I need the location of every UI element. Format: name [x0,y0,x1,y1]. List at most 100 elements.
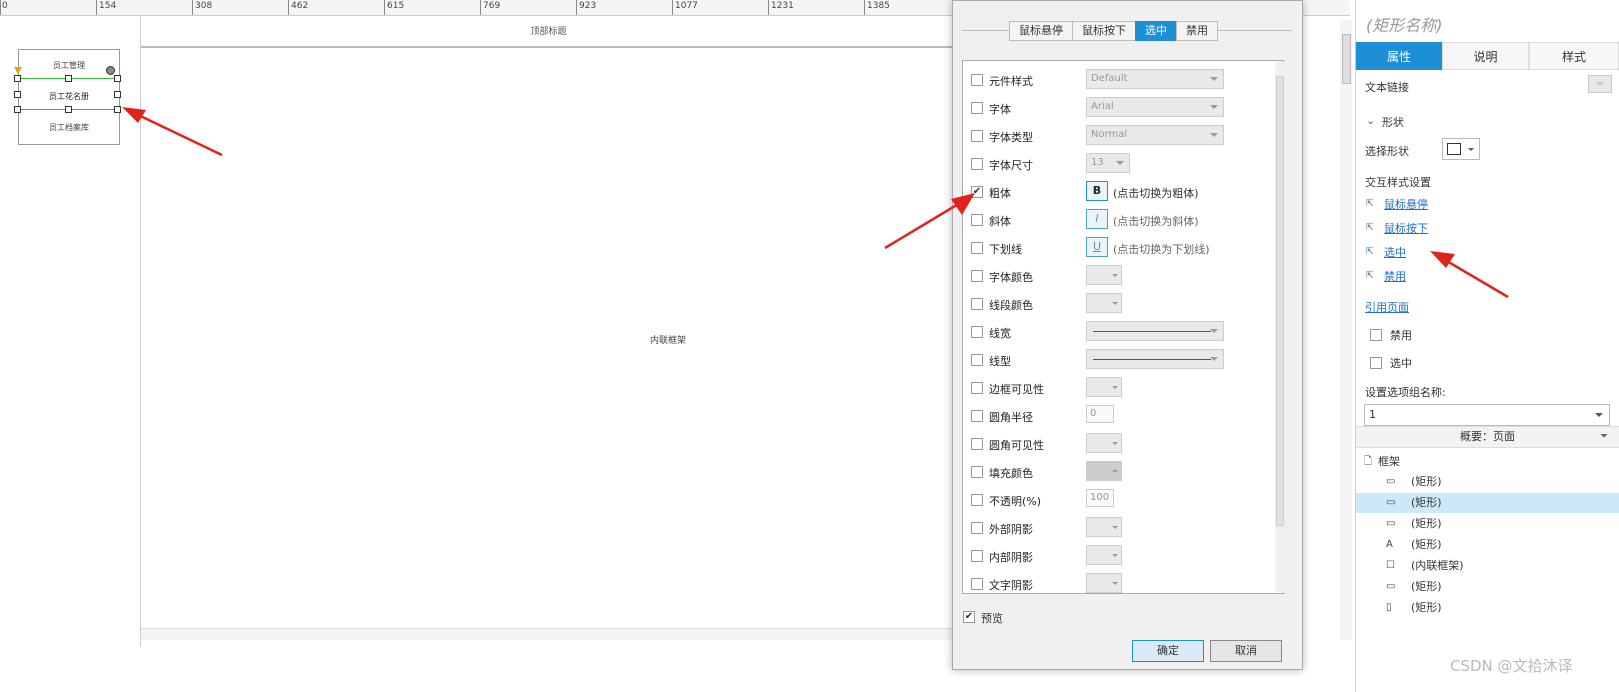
list-scrollbar-thumb[interactable] [1276,76,1284,526]
checkbox[interactable] [971,522,983,534]
checkbox[interactable] [971,494,983,506]
outer-shadow-select[interactable] [1086,517,1122,537]
selected-checkbox[interactable] [1370,357,1382,369]
tree-item[interactable]: ▯ (矩形) [1356,598,1619,618]
tree-item[interactable]: ▭ (矩形) [1356,514,1619,534]
filter-icon[interactable]: ⏷ [1600,431,1608,442]
bold-icon[interactable]: B [1086,181,1108,201]
link-selected[interactable]: 选中 [1384,244,1406,260]
row-bold: ✔ 粗体 B (点击切换为粗体) [963,179,1263,205]
checkbox[interactable] [971,438,983,450]
resize-handle[interactable] [14,75,21,82]
tree-item[interactable]: ☐ (内联框架) [1356,556,1619,576]
disabled-checkbox[interactable] [1370,329,1382,341]
link-mouse-hover[interactable]: 鼠标悬停 [1384,196,1428,212]
resize-handle[interactable] [14,91,21,98]
link-mouse-down[interactable]: 鼠标按下 [1384,220,1428,236]
row-font-type: 字体类型 Normal [963,123,1263,149]
resize-handle[interactable] [114,91,121,98]
menu-item[interactable]: 员工管理 [19,60,119,71]
checkbox[interactable] [971,382,983,394]
shape-section-title[interactable]: 形状 [1382,114,1404,130]
menu-item-selected[interactable]: 员工花名册 [19,91,119,102]
fill-color-picker-icon[interactable] [1086,461,1122,481]
tab-properties[interactable]: 属性 [1356,42,1442,70]
checkbox[interactable] [971,298,983,310]
line-color-picker-icon[interactable] [1086,293,1122,313]
rotate-handle-icon[interactable] [106,66,115,75]
ruler-label: 0 [2,1,8,11]
checkbox[interactable] [971,326,983,338]
reference-page-link[interactable]: 引用页面 [1365,299,1409,315]
bold-checkbox[interactable]: ✔ [971,186,983,198]
checkbox[interactable] [971,550,983,562]
tab-mouse-hover[interactable]: 鼠标悬停 [1009,21,1073,41]
row-opacity: 不透明(%) 100 [963,487,1263,513]
resize-handle[interactable] [114,75,121,82]
font-color-picker-icon[interactable] [1086,265,1122,285]
rectangle-icon: ▭ [1386,476,1396,487]
element-style-select[interactable]: Default [1086,69,1224,89]
text-shadow-select[interactable] [1086,573,1122,593]
horizontal-scrollbar[interactable] [141,628,956,640]
tab-disabled[interactable]: 禁用 [1176,21,1218,41]
tree-item[interactable]: A (矩形) [1356,535,1619,555]
tab-mouse-down[interactable]: 鼠标按下 [1072,21,1136,41]
line-type-select[interactable] [1086,349,1224,369]
ruler-label: 462 [291,1,309,11]
checkbox[interactable] [971,578,983,590]
tree-root[interactable]: 🗋 框架 [1356,452,1619,472]
checkbox[interactable] [971,102,983,114]
checkbox[interactable] [971,270,983,282]
border-visible-select[interactable] [1086,377,1122,397]
top-title-bar[interactable]: 顶部标题 [141,16,956,48]
inner-shadow-select[interactable] [1086,545,1122,565]
checkbox[interactable] [971,354,983,366]
tab-style[interactable]: 样式 [1529,42,1619,70]
italic-icon[interactable]: I [1086,209,1108,229]
font-size-select[interactable]: 13 [1086,153,1130,173]
cancel-button[interactable]: 取消 [1210,640,1282,662]
row-outer-shadow: 外部阴影 [963,515,1263,541]
resize-handle[interactable] [114,106,121,113]
checkbox[interactable] [971,242,983,254]
tree-item[interactable]: ▭ (矩形) [1356,472,1619,492]
preview-checkbox[interactable]: ✔ [963,611,975,623]
font-select[interactable]: Arial [1086,97,1224,117]
corner-visible-select[interactable] [1086,433,1122,453]
row-line-color: 线段颜色 [963,291,1263,317]
underline-icon[interactable]: U [1086,237,1108,257]
chevron-down-icon[interactable]: ⌄ [1366,114,1375,127]
group-name-input[interactable]: 1 [1364,404,1610,426]
page-icon: 🗋 [1364,456,1373,467]
tab-notes[interactable]: 说明 [1442,42,1529,70]
checkbox[interactable] [971,410,983,422]
shape-name-field[interactable]: (矩形名称) [1366,12,1443,36]
menu-item[interactable]: 员工档案库 [19,122,119,133]
checkbox[interactable] [971,74,983,86]
checkbox[interactable] [971,158,983,170]
checkbox[interactable] [971,130,983,142]
shape-select-dropdown[interactable] [1442,138,1480,160]
font-type-select[interactable]: Normal [1086,125,1224,145]
link-disabled[interactable]: 禁用 [1384,268,1406,284]
scrollbar-thumb[interactable] [1342,34,1351,84]
canvas-vertical-scrollbar[interactable] [1340,20,1352,640]
tree-item-selected[interactable]: ▭ (矩形) [1356,493,1619,513]
ruler-label: 1231 [771,1,794,11]
tree-item[interactable]: ▭ (矩形) [1356,577,1619,597]
corner-radius-input[interactable]: 0 [1086,405,1114,423]
line-width-select[interactable] [1086,321,1224,341]
watermark: CSDN @文拾沐译 [1450,657,1573,675]
checkbox[interactable] [971,214,983,226]
menu-widget[interactable]: 员工管理 员工花名册 员工档案库 [18,49,120,145]
checkbox[interactable] [971,466,983,478]
resize-handle[interactable] [65,106,72,113]
opacity-input[interactable]: 100 [1086,489,1114,507]
resize-handle[interactable] [14,106,21,113]
ok-button[interactable]: 确定 [1132,640,1204,662]
tab-selected[interactable]: 选中 [1135,21,1177,41]
row-text-shadow: 文字阴影 [963,571,1263,593]
resize-handle[interactable] [65,75,72,82]
link-icon[interactable]: ∞ [1588,75,1612,93]
